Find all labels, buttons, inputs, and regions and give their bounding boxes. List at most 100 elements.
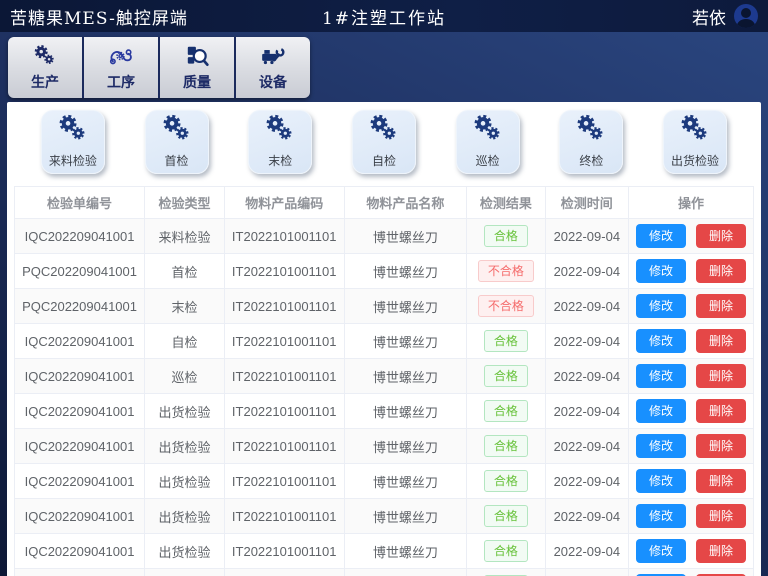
tab-quality[interactable]: 质量 (158, 37, 234, 98)
delete-button[interactable]: 删除 (696, 224, 746, 248)
tab-production[interactable]: 生产 (8, 37, 82, 98)
result-cell: 不合格 (467, 289, 545, 324)
actions-cell: 修改 删除 (629, 289, 754, 324)
delete-button[interactable]: 删除 (696, 469, 746, 493)
inspection-id-cell: IQC202209041001 (15, 429, 145, 464)
quick-action-button[interactable]: 巡检 (456, 110, 520, 174)
tab-group: 生产 工序 质量 (8, 37, 310, 98)
tab-process[interactable]: 工序 (82, 37, 158, 98)
gears-icon (263, 112, 297, 151)
quick-action-button[interactable]: 首检 (145, 110, 209, 174)
result-cell: 合格 (467, 429, 545, 464)
delete-button[interactable]: 删除 (696, 434, 746, 458)
result-badge: 合格 (484, 505, 528, 527)
result-badge: 合格 (484, 435, 528, 457)
username: 若依 (692, 4, 726, 29)
inspection-table-wrap: 检验单编号 检验类型 物料产品编码 物料产品名称 检测结果 检测时间 操作 IQ… (14, 186, 754, 576)
actions-cell: 修改 删除 (629, 464, 754, 499)
delete-button[interactable]: 删除 (696, 504, 746, 528)
quick-action-label: 自检 (372, 152, 396, 169)
edit-button[interactable]: 修改 (636, 469, 686, 493)
material-code-cell: IT2022101001101 (224, 324, 344, 359)
inspection-type-cell: 出货检验 (145, 429, 225, 464)
edit-button[interactable]: 修改 (636, 224, 686, 248)
date-cell: 2022-09-04 (545, 394, 629, 429)
gears-icon (471, 112, 505, 151)
inspection-id-cell: IQC202209041001 (15, 394, 145, 429)
result-badge: 合格 (484, 330, 528, 352)
actions-cell: 修改 删除 (629, 254, 754, 289)
inspection-type-cell: 出货检验 (145, 569, 225, 576)
inspection-id-cell: IQC202209041001 (15, 534, 145, 569)
inspection-type-cell: 出货检验 (145, 394, 225, 429)
inspection-type-cell: 末检 (145, 289, 225, 324)
date-cell: 2022-09-04 (545, 219, 629, 254)
quick-action-button[interactable]: 来料检验 (41, 110, 105, 174)
result-badge: 合格 (484, 365, 528, 387)
material-code-cell: IT2022101001101 (224, 534, 344, 569)
material-name-cell: 博世螺丝刀 (344, 254, 467, 289)
table-row: PQC202209041001 首检 IT2022101001101 博世螺丝刀… (15, 254, 754, 289)
edit-button[interactable]: 修改 (636, 294, 686, 318)
gears-icon (678, 112, 712, 151)
tab-label: 工序 (107, 72, 135, 92)
delete-button[interactable]: 删除 (696, 399, 746, 423)
quick-action-button[interactable]: 出货检验 (663, 110, 727, 174)
edit-button[interactable]: 修改 (636, 399, 686, 423)
table-row: PQC202209041001 末检 IT2022101001101 博世螺丝刀… (15, 289, 754, 324)
edit-button[interactable]: 修改 (636, 259, 686, 283)
material-name-cell: 博世螺丝刀 (344, 394, 467, 429)
material-name-cell: 博世螺丝刀 (344, 499, 467, 534)
material-code-cell: IT2022101001101 (224, 289, 344, 324)
material-name-cell: 博世螺丝刀 (344, 569, 467, 576)
route-icon (108, 43, 134, 69)
edit-button[interactable]: 修改 (636, 434, 686, 458)
col-inspection-id: 检验单编号 (15, 187, 145, 219)
content-panel: 来料检验 首检 末检 自检 巡检 终检 出货检验 (7, 102, 761, 576)
date-cell: 2022-09-04 (545, 254, 629, 289)
inspection-id-cell: IQC202209041001 (15, 569, 145, 576)
result-badge: 不合格 (478, 260, 534, 282)
delete-button[interactable]: 删除 (696, 259, 746, 283)
result-badge: 不合格 (478, 295, 534, 317)
quick-action-button[interactable]: 自检 (352, 110, 416, 174)
date-cell: 2022-09-04 (545, 464, 629, 499)
delete-button[interactable]: 删除 (696, 329, 746, 353)
result-cell: 合格 (467, 359, 545, 394)
material-code-cell: IT2022101001101 (224, 499, 344, 534)
quick-actions-row: 来料检验 首检 末检 自检 巡检 终检 出货检验 (7, 110, 761, 180)
inspection-type-cell: 首检 (145, 254, 225, 289)
date-cell: 2022-09-04 (545, 569, 629, 576)
delete-button[interactable]: 删除 (696, 294, 746, 318)
tab-equipment[interactable]: 设备 (234, 37, 310, 98)
result-cell: 合格 (467, 464, 545, 499)
inspection-type-cell: 巡检 (145, 359, 225, 394)
edit-button[interactable]: 修改 (636, 504, 686, 528)
col-material-name: 物料产品名称 (344, 187, 467, 219)
gears-icon (160, 112, 194, 151)
result-cell: 不合格 (467, 254, 545, 289)
col-actions: 操作 (629, 187, 754, 219)
material-name-cell: 博世螺丝刀 (344, 324, 467, 359)
result-cell: 合格 (467, 499, 545, 534)
edit-button[interactable]: 修改 (636, 539, 686, 563)
result-badge: 合格 (484, 400, 528, 422)
delete-button[interactable]: 删除 (696, 539, 746, 563)
table-header-row: 检验单编号 检验类型 物料产品编码 物料产品名称 检测结果 检测时间 操作 (15, 187, 754, 219)
user-avatar[interactable] (734, 4, 758, 28)
edit-button[interactable]: 修改 (636, 364, 686, 388)
result-cell: 合格 (467, 534, 545, 569)
result-cell: 合格 (467, 569, 545, 576)
inspection-type-cell: 出货检验 (145, 464, 225, 499)
gears-icon (32, 43, 58, 69)
table-row: IQC202209041001 巡检 IT2022101001101 博世螺丝刀… (15, 359, 754, 394)
user-menu[interactable]: 若依 (692, 4, 758, 29)
edit-button[interactable]: 修改 (636, 329, 686, 353)
material-name-cell: 博世螺丝刀 (344, 534, 467, 569)
quick-action-label: 首检 (165, 152, 189, 169)
quick-action-button[interactable]: 末检 (248, 110, 312, 174)
quick-action-button[interactable]: 终检 (559, 110, 623, 174)
machine-wrench-icon (260, 43, 286, 69)
col-material-code: 物料产品编码 (224, 187, 344, 219)
delete-button[interactable]: 删除 (696, 364, 746, 388)
